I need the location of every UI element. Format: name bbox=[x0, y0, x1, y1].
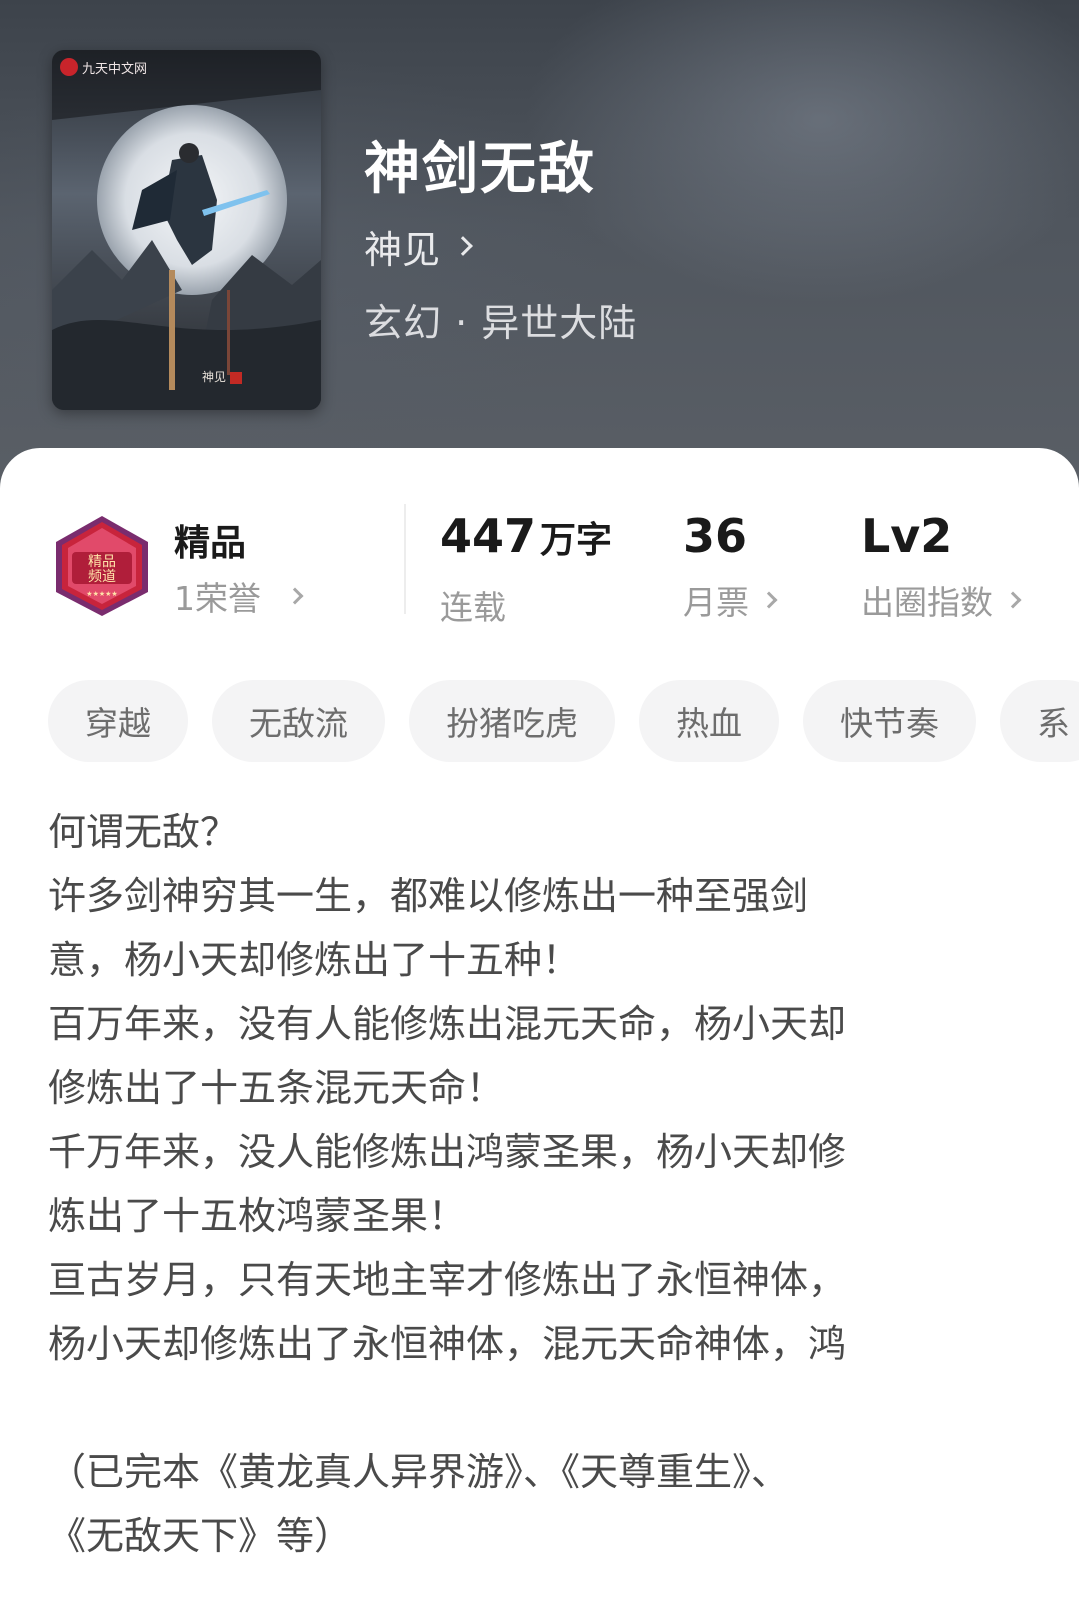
chevron-right-icon bbox=[1004, 591, 1022, 609]
word-count-unit: 万字 bbox=[540, 520, 613, 561]
synopsis-line: 何谓无敌？ bbox=[48, 810, 239, 854]
divider bbox=[404, 504, 406, 614]
premium-title: 精品 bbox=[174, 523, 247, 564]
svg-text:★★★★★: ★★★★★ bbox=[86, 590, 117, 598]
tag-chip[interactable]: 穿越 bbox=[48, 680, 188, 762]
synopsis-line: 杨小天却修炼出了永恒神体，混元天命神体，鸿 bbox=[48, 1322, 847, 1366]
book-detail-page: 九天中文网 神见 神剑无敌 神见 玄幻 · 异世大陆 精品 频道 ★★★★★ 精… bbox=[0, 0, 1079, 1616]
genre-label[interactable]: 玄幻 · 异世大陆 bbox=[364, 292, 637, 347]
chevron-right-icon bbox=[453, 236, 473, 256]
svg-text:精品: 精品 bbox=[88, 554, 116, 570]
chevron-right-icon bbox=[760, 591, 778, 609]
book-title: 神剑无敌 bbox=[364, 136, 596, 202]
monthly-tickets-label: 月票 bbox=[683, 583, 749, 622]
premium-badge-icon: 精品 频道 ★★★★★ bbox=[56, 516, 148, 616]
monthly-tickets-stat[interactable]: 36 月票 bbox=[683, 508, 778, 624]
honor-count: 1荣誉 bbox=[174, 579, 261, 618]
cover-brand: 九天中文网 bbox=[60, 55, 147, 79]
tag-chip[interactable]: 系 bbox=[1000, 680, 1079, 762]
seal-icon bbox=[230, 371, 243, 384]
synopsis-line: 意，杨小天却修炼出了十五种！ bbox=[48, 938, 581, 982]
synopsis-line: 炼出了十五枚鸿蒙圣果！ bbox=[48, 1194, 467, 1238]
svg-text:频道: 频道 bbox=[88, 569, 116, 585]
synopsis-footer-line: 《无敌天下》等） bbox=[48, 1514, 353, 1558]
word-count-value: 447 bbox=[440, 509, 537, 563]
synopsis-line: 千万年来，没人能修炼出鸿蒙圣果，杨小天却修 bbox=[48, 1130, 847, 1174]
synopsis-line: 百万年来，没有人能修炼出混元天命，杨小天却 bbox=[48, 1002, 847, 1046]
word-count-stat: 447 万字 连载 bbox=[440, 508, 612, 629]
honor-link[interactable]: 1荣誉 bbox=[174, 572, 304, 620]
tag-list: 穿越 无敌流 扮猪吃虎 热血 快节奏 系 bbox=[48, 680, 1079, 762]
author-name: 神见 bbox=[364, 227, 441, 272]
brand-logo-icon bbox=[60, 58, 78, 76]
tag-chip[interactable]: 热血 bbox=[639, 680, 779, 762]
tag-chip[interactable]: 快节奏 bbox=[803, 680, 976, 762]
level-value: Lv2 bbox=[861, 509, 953, 563]
level-label: 出圈指数 bbox=[861, 583, 993, 622]
synopsis-line: 亘古岁月，只有天地主宰才修炼出了永恒神体， bbox=[48, 1258, 847, 1302]
book-cover[interactable]: 九天中文网 神见 bbox=[52, 50, 321, 410]
synopsis-line: 许多剑神穷其一生，都难以修炼出一种至强剑 bbox=[48, 874, 809, 918]
influence-level-stat[interactable]: Lv2 出圈指数 bbox=[861, 508, 1022, 624]
tag-chip[interactable]: 无敌流 bbox=[212, 680, 385, 762]
detail-sheet: 精品 频道 ★★★★★ 精品 1荣誉 447 万字 连载 36 月票 Lv2 出… bbox=[0, 448, 1079, 1616]
chevron-right-icon bbox=[286, 587, 304, 605]
cover-author-signature: 神见 bbox=[202, 368, 243, 385]
monthly-tickets-value: 36 bbox=[683, 509, 748, 563]
stats-row: 精品 频道 ★★★★★ 精品 1荣誉 447 万字 连载 36 月票 Lv2 出… bbox=[0, 448, 1079, 648]
cover-art bbox=[52, 50, 321, 410]
synopsis[interactable]: 何谓无敌？ 许多剑神穷其一生，都难以修炼出一种至强剑 意，杨小天却修炼出了十五种… bbox=[48, 800, 998, 1568]
serial-status: 连载 bbox=[440, 588, 506, 627]
tag-chip[interactable]: 扮猪吃虎 bbox=[409, 680, 615, 762]
author-link[interactable]: 神见 bbox=[364, 222, 473, 272]
synopsis-footer-line: （已完本《黄龙真人异界游》、《天尊重生》、 bbox=[48, 1450, 790, 1494]
synopsis-line: 修炼出了十五条混元天命！ bbox=[48, 1066, 505, 1110]
